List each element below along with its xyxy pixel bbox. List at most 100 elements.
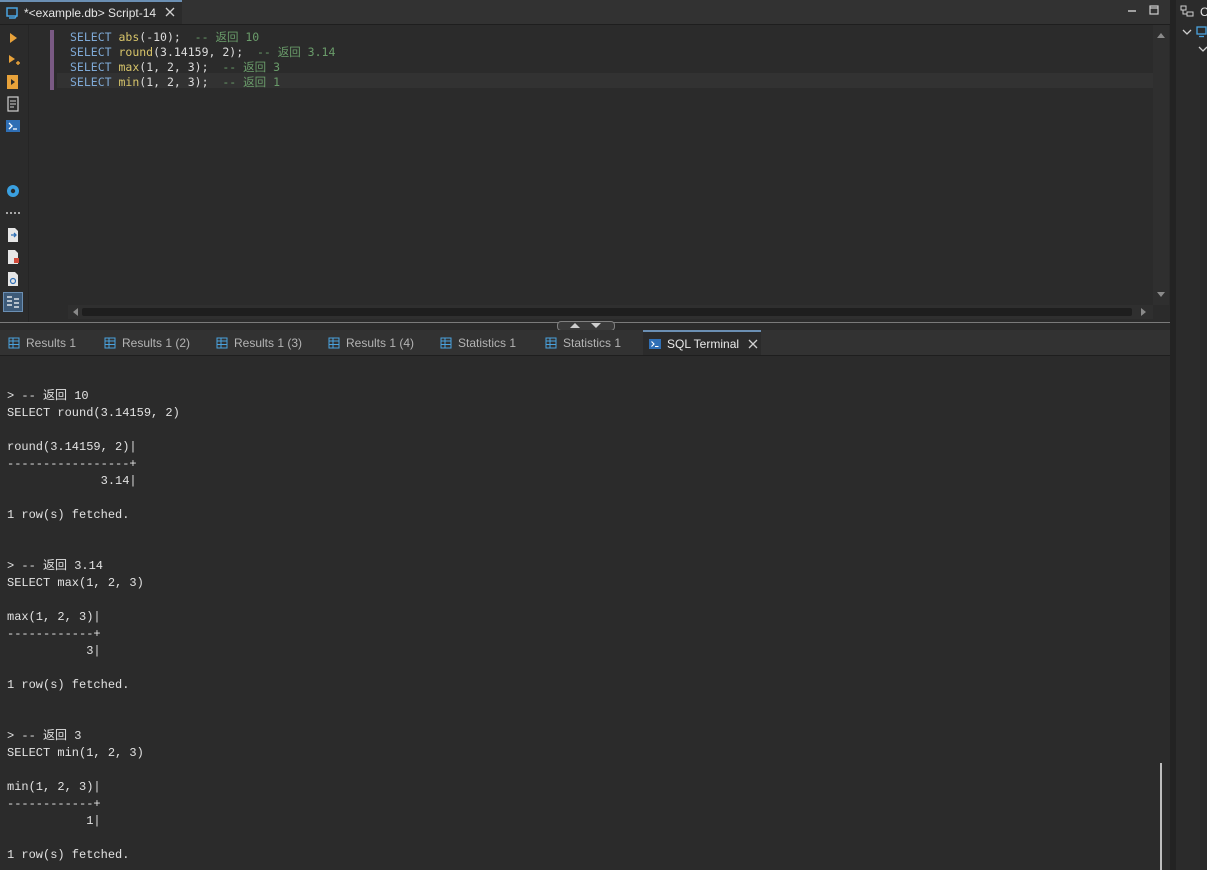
- terminal-line: 1|: [7, 814, 101, 828]
- close-tab-icon[interactable]: [164, 6, 176, 18]
- grid-icon: [328, 337, 340, 348]
- sql-function: max: [118, 60, 140, 74]
- right-side-panel: C: [1176, 0, 1207, 870]
- sql-comment: -- 返回 3: [222, 60, 280, 74]
- sql-terminal-output[interactable]: > -- 返回 10 SELECT round(3.14159, 2) round(…: [0, 356, 1153, 870]
- sql-script-icon: [6, 7, 18, 19]
- chevron-down-icon[interactable]: [1198, 45, 1207, 53]
- sql-comment: -- 返回 3.14: [256, 45, 336, 59]
- sql-function: min: [118, 75, 140, 89]
- more-dots-icon[interactable]: [5, 205, 21, 221]
- tab-label: Results 1 (4): [346, 335, 415, 350]
- load-file-icon[interactable]: [5, 271, 21, 287]
- sql-editor[interactable]: SELECT abs(-10); -- 返回 10 SELECT round(3…: [29, 25, 1153, 305]
- sql-function: round: [118, 45, 154, 59]
- sql-args: (3.14159, 2);: [153, 45, 244, 59]
- scroll-left-icon[interactable]: [71, 308, 79, 316]
- sql-function: abs: [118, 30, 140, 44]
- chevron-down-icon[interactable]: [589, 322, 603, 329]
- terminal-line: SELECT round(3.14159, 2): [7, 406, 180, 420]
- scroll-right-icon[interactable]: [1140, 308, 1148, 316]
- editor-tab-title: *<example.db> Script-14: [24, 6, 157, 20]
- editor-vertical-scrollbar[interactable]: [1153, 25, 1169, 305]
- code-line[interactable]: SELECT min(1, 2, 3); -- 返回 1: [70, 75, 280, 90]
- grid-icon: [440, 337, 452, 348]
- tab-label: Statistics 1: [563, 335, 622, 350]
- sql-args: (1, 2, 3);: [139, 75, 209, 89]
- terminal-line: max(1, 2, 3)|: [7, 610, 101, 624]
- tab-results-1-2[interactable]: Results 1 (2): [104, 330, 190, 355]
- tab-label: Results 1 (2): [122, 335, 191, 350]
- code-line[interactable]: SELECT abs(-10); -- 返回 10: [70, 30, 259, 45]
- change-ruler: [50, 30, 54, 90]
- tab-sql-terminal[interactable]: SQL Terminal: [643, 330, 761, 355]
- terminal-line: -----------------+: [7, 457, 137, 471]
- tab-statistics-1[interactable]: Statistics 1: [440, 330, 516, 355]
- open-terminal-icon[interactable]: [5, 118, 21, 134]
- scroll-up-icon[interactable]: [1156, 31, 1166, 39]
- editor-side-toolbar: [0, 25, 29, 322]
- chevron-up-icon[interactable]: [568, 322, 582, 329]
- execute-script-icon[interactable]: [5, 74, 21, 90]
- right-panel-title: C: [1200, 5, 1207, 19]
- tab-results-1[interactable]: Results 1: [8, 330, 76, 355]
- outline-icon[interactable]: [1180, 5, 1194, 19]
- tab-label: Results 1: [26, 335, 77, 350]
- grid-icon: [545, 337, 557, 348]
- maximize-icon[interactable]: [1148, 4, 1160, 16]
- terminal-line: > -- 返回 10: [7, 389, 89, 403]
- export-icon[interactable]: [5, 227, 21, 243]
- terminal-icon: [649, 338, 661, 349]
- results-tab-bar: Results 1 Results 1 (2) Results 1 (3) Re…: [0, 330, 1170, 356]
- sql-args: (1, 2, 3);: [139, 60, 209, 74]
- import-icon[interactable]: [5, 249, 21, 265]
- sql-keyword: SELECT: [70, 45, 112, 59]
- sql-comment: -- 返回 1: [222, 75, 280, 89]
- tab-label: SQL Terminal: [667, 336, 740, 351]
- code-line[interactable]: SELECT max(1, 2, 3); -- 返回 3: [70, 60, 280, 75]
- settings-gear-icon[interactable]: [5, 183, 21, 199]
- terminal-line: > -- 返回 3.14: [7, 559, 104, 573]
- explain-plan-icon[interactable]: [5, 96, 21, 112]
- scroll-down-icon[interactable]: [1156, 291, 1166, 299]
- toggle-panels-icon[interactable]: [3, 292, 23, 312]
- grid-icon: [104, 337, 116, 348]
- terminal-line: > -- 返回 3: [7, 729, 82, 743]
- sql-keyword: SELECT: [70, 60, 112, 74]
- terminal-line: round(3.14159, 2)|: [7, 440, 137, 454]
- tab-results-1-4[interactable]: Results 1 (4): [328, 330, 414, 355]
- scrollbar-thumb[interactable]: [82, 308, 1132, 316]
- terminal-line: 1 row(s) fetched.: [7, 848, 130, 862]
- scrollbar-thumb[interactable]: [1160, 763, 1162, 870]
- code-line[interactable]: SELECT round(3.14159, 2); -- 返回 3.14: [70, 45, 335, 60]
- chevron-down-icon[interactable]: [1182, 28, 1192, 36]
- terminal-line: 3.14|: [7, 474, 137, 488]
- tab-results-1-3[interactable]: Results 1 (3): [216, 330, 302, 355]
- terminal-line: 1 row(s) fetched.: [7, 678, 130, 692]
- tab-label: Results 1 (3): [234, 335, 303, 350]
- terminal-line: ------------+: [7, 627, 101, 641]
- terminal-line: 1 row(s) fetched.: [7, 508, 130, 522]
- editor-horizontal-scrollbar[interactable]: [68, 305, 1153, 319]
- grid-icon: [8, 337, 20, 348]
- tab-label: Statistics 1: [458, 335, 517, 350]
- minimize-icon[interactable]: [1126, 4, 1138, 16]
- terminal-line: 3|: [7, 644, 101, 658]
- terminal-line: min(1, 2, 3)|: [7, 780, 101, 794]
- close-tab-icon[interactable]: [747, 338, 759, 350]
- terminal-line: ------------+: [7, 797, 101, 811]
- editor-tab-bar: *<example.db> Script-14: [0, 0, 1170, 25]
- terminal-line: SELECT max(1, 2, 3): [7, 576, 144, 590]
- sql-keyword: SELECT: [70, 75, 112, 89]
- tab-statistics-1-second[interactable]: Statistics 1: [545, 330, 621, 355]
- grid-icon: [216, 337, 228, 348]
- sql-comment: -- 返回 10: [194, 30, 260, 44]
- panel-splitter[interactable]: [0, 321, 1170, 331]
- execute-statement-icon[interactable]: [5, 30, 21, 46]
- sql-args: (-10);: [139, 30, 181, 44]
- execute-in-new-tab-icon[interactable]: [5, 52, 21, 68]
- sql-script-icon[interactable]: [1196, 26, 1207, 38]
- editor-tab-script[interactable]: *<example.db> Script-14: [0, 0, 182, 24]
- terminal-scrollbar[interactable]: [1153, 356, 1169, 870]
- terminal-line: SELECT min(1, 2, 3): [7, 746, 144, 760]
